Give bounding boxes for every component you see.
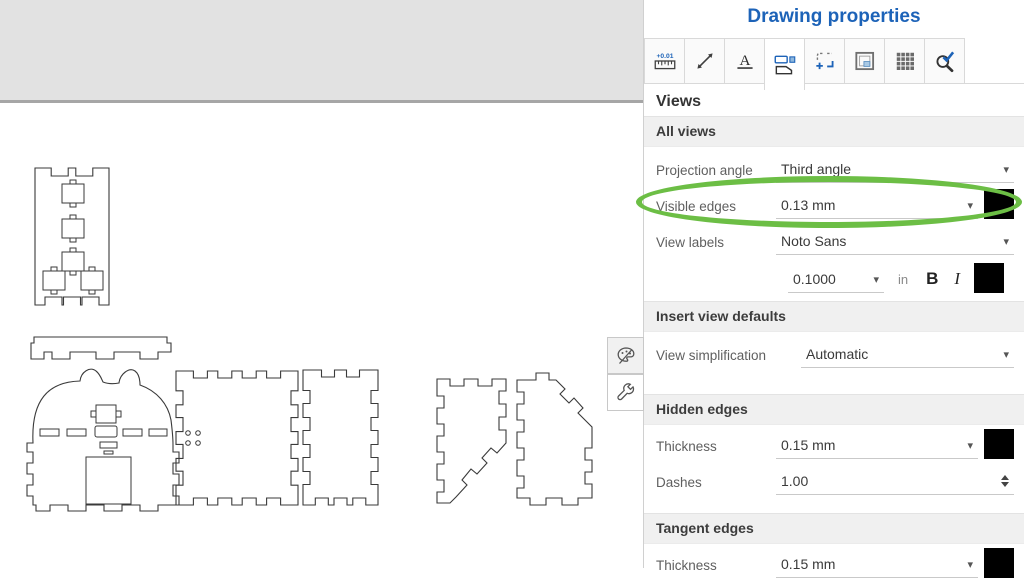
- part-panel-large[interactable]: [176, 371, 298, 505]
- svg-text:+0.01: +0.01: [656, 53, 673, 60]
- projection-angle-label: Projection angle: [656, 163, 776, 183]
- hidden-thickness-select[interactable]: 0.15 mm ▾: [776, 432, 978, 459]
- slot-squares: [43, 180, 103, 294]
- panel-title: Drawing properties: [644, 0, 1024, 38]
- tools-button[interactable]: [607, 374, 644, 411]
- section-hidden-edges: Hidden edges: [644, 394, 1024, 425]
- chevron-down-icon: ▾: [1003, 348, 1009, 361]
- font-size-unit: in: [898, 272, 908, 287]
- dimension-arrow-icon: [692, 48, 718, 74]
- units-ruler-icon: +0.01: [652, 48, 678, 74]
- view-labels-label: View labels: [656, 235, 776, 255]
- italic-button[interactable]: I: [954, 269, 960, 289]
- tab-callouts[interactable]: [804, 38, 845, 84]
- part-cat-front[interactable]: [27, 369, 179, 511]
- chevron-down-icon: ▾: [967, 199, 973, 212]
- projection-angle-select[interactable]: Third angle ▾: [776, 156, 1014, 183]
- drawing-canvas[interactable]: [0, 0, 643, 568]
- visible-edges-row: Visible edges 0.13 mm ▾: [644, 187, 1024, 223]
- drawing-properties-panel: Drawing properties +0.01 A: [643, 0, 1024, 568]
- tab-tables[interactable]: [884, 38, 925, 84]
- vent-holes: [186, 431, 201, 446]
- part-slope-right[interactable]: [517, 373, 592, 505]
- tab-sheet-border[interactable]: [844, 38, 885, 84]
- projection-angle-row: Projection angle Third angle ▾: [644, 151, 1024, 187]
- view-simplification-row: View simplification Automatic ▾: [644, 334, 1024, 372]
- toolbar-filler: [965, 38, 1024, 84]
- chevron-down-icon: ▾: [1003, 163, 1009, 176]
- dashes-stepper[interactable]: 1.00: [776, 468, 1014, 495]
- views-icon: [772, 52, 798, 78]
- tangent-thickness-row: Thickness 0.15 mm ▾: [644, 544, 1024, 582]
- visible-edges-color-swatch[interactable]: [984, 189, 1014, 219]
- view-labels-font-select[interactable]: Noto Sans ▾: [776, 228, 1014, 255]
- tangent-thickness-label: Thickness: [656, 558, 776, 578]
- chevron-down-icon: ▾: [1003, 235, 1009, 248]
- chevron-down-icon: ▾: [967, 558, 973, 571]
- tab-views[interactable]: [764, 38, 805, 90]
- tangent-thickness-select[interactable]: 0.15 mm ▾: [776, 551, 978, 578]
- chevron-down-icon: ▾: [967, 439, 973, 452]
- hidden-thickness-row: Thickness 0.15 mm ▾: [644, 425, 1024, 463]
- tangent-edges-color-swatch[interactable]: [984, 548, 1014, 578]
- tab-dimensions[interactable]: [684, 38, 725, 84]
- label-font-row: 0.1000 ▾ in B I: [644, 259, 1024, 297]
- panel-side-buttons: [607, 337, 644, 411]
- view-labels-row: View labels Noto Sans ▾: [644, 223, 1024, 259]
- section-tangent-edges: Tangent edges: [644, 513, 1024, 544]
- view-simplification-label: View simplification: [656, 348, 801, 368]
- callout-icon: [812, 48, 838, 74]
- drawing-views: [0, 0, 643, 568]
- appearance-button[interactable]: [607, 337, 644, 374]
- part-slope-left[interactable]: [437, 379, 506, 503]
- svg-text:A: A: [739, 52, 750, 69]
- wrench-icon: [615, 382, 637, 404]
- palette-icon: [615, 345, 637, 367]
- tab-quality-check[interactable]: [924, 38, 965, 84]
- properties-toolbar: +0.01 A: [644, 38, 1024, 84]
- tab-units[interactable]: +0.01: [644, 38, 685, 84]
- sheet-border-icon: [852, 48, 878, 74]
- part-panel-narrow[interactable]: [303, 370, 378, 505]
- dashes-label: Dashes: [656, 475, 776, 495]
- quality-check-icon: [932, 48, 958, 74]
- tab-text[interactable]: A: [724, 38, 765, 84]
- page-title: Views: [644, 84, 1024, 116]
- dashes-row: Dashes 1.00: [644, 463, 1024, 499]
- cat-front-cutouts: [40, 405, 167, 504]
- bold-button[interactable]: B: [926, 269, 938, 289]
- stepper-arrows-icon[interactable]: [1001, 475, 1009, 487]
- hidden-edges-color-swatch[interactable]: [984, 429, 1014, 459]
- part-comb-strip[interactable]: [31, 337, 171, 359]
- visible-edges-select[interactable]: 0.13 mm ▾: [776, 192, 978, 219]
- visible-edges-label: Visible edges: [656, 199, 776, 219]
- font-size-select[interactable]: 0.1000 ▾: [788, 266, 884, 293]
- table-grid-icon: [892, 48, 918, 74]
- text-style-icon: A: [732, 48, 758, 74]
- view-simplification-select[interactable]: Automatic ▾: [801, 341, 1014, 368]
- section-all-views: All views: [644, 116, 1024, 147]
- section-insert-view-defaults: Insert view defaults: [644, 301, 1024, 332]
- label-font-color-swatch[interactable]: [974, 263, 1004, 293]
- chevron-down-icon: ▾: [873, 273, 879, 286]
- part-top-plate[interactable]: [35, 168, 109, 305]
- hidden-thickness-label: Thickness: [656, 439, 776, 459]
